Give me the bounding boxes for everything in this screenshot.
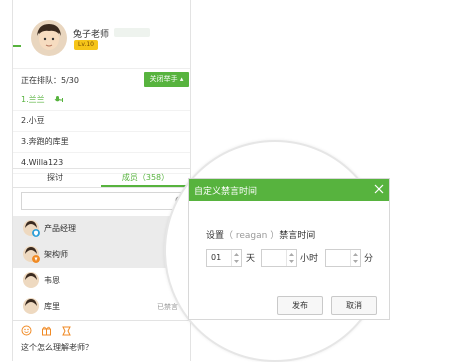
dialog-title: 自定义禁言时间 xyxy=(194,187,258,197)
dialog-description: 设置（ reagan ）禁言时间 xyxy=(206,228,315,241)
day-stepper[interactable]: 01 xyxy=(206,249,242,267)
teacher-avatar[interactable] xyxy=(31,20,67,56)
target-user: （ reagan ） xyxy=(224,231,280,241)
raise-hand-toggle-button[interactable]: 关闭举手 ▴ xyxy=(144,72,189,87)
day-unit: 天 xyxy=(246,254,256,264)
hour-stepper[interactable] xyxy=(261,249,297,267)
member-row[interactable]: 产品经理 xyxy=(13,216,190,242)
publish-button[interactable]: 发布 xyxy=(277,296,323,315)
member-search xyxy=(13,191,190,211)
level-badge: Lv.10 xyxy=(74,40,98,50)
member-name: 库里 xyxy=(44,302,60,311)
member-search-input[interactable] xyxy=(21,192,189,210)
queue-item-label: 2.小豆 xyxy=(21,116,45,125)
message-input[interactable]: 这个怎么理解老师？ xyxy=(13,338,190,361)
muted-status: 已禁言 xyxy=(157,303,178,311)
active-tab-indicator xyxy=(101,185,190,187)
gift-icon[interactable] xyxy=(41,325,52,336)
desc-suffix: 禁言时间 xyxy=(279,231,316,241)
queue-bar: 正在排队：5/30 关闭举手 ▴ xyxy=(13,68,190,91)
shield-icon xyxy=(32,229,40,237)
queue-item[interactable]: 1.兰兰 xyxy=(13,90,190,111)
profile-header: 兔子老师 Lv.10 xyxy=(13,0,190,68)
queue-item-label: 1.兰兰 xyxy=(21,95,45,104)
queue-status: 正在排队：5/30 xyxy=(21,76,79,85)
hour-unit: 小时 xyxy=(300,254,319,264)
avatar xyxy=(23,298,39,314)
member-row[interactable]: 库里 已禁言 xyxy=(13,294,190,320)
stepper-arrows[interactable] xyxy=(286,250,296,266)
user-name: 兔子老师 xyxy=(73,30,110,40)
member-name: 产品经理 xyxy=(44,224,76,233)
queue-item[interactable]: 2.小豆 xyxy=(13,111,190,132)
chat-panel: 兔子老师 Lv.10 正在排队：5/30 关闭举手 ▴ 1.兰兰 2.小豆 3.… xyxy=(12,0,191,361)
queue-item[interactable]: 3.奔跑的库里 xyxy=(13,132,190,153)
member-name: 韦恩 xyxy=(44,276,60,285)
minute-unit: 分 xyxy=(364,254,374,264)
caret-up-icon: ▴ xyxy=(179,75,184,83)
member-name: 架构师 xyxy=(44,250,68,259)
stepper-arrows[interactable] xyxy=(231,250,241,266)
smile-icon[interactable] xyxy=(21,325,32,336)
minute-stepper[interactable] xyxy=(325,249,361,267)
panel-tabs: 探讨 成员（358） xyxy=(13,168,190,188)
chat-toolbar xyxy=(13,320,190,339)
queue-item-label: 3.奔跑的库里 xyxy=(21,137,69,146)
queue-item-label: 4.Willa123 xyxy=(21,158,64,167)
tab-discuss[interactable]: 探讨 xyxy=(13,169,97,187)
avatar xyxy=(23,272,39,288)
dialog-header: 自定义禁言时间 xyxy=(189,179,389,201)
desc-prefix: 设置 xyxy=(206,231,225,241)
flower-icon[interactable] xyxy=(61,325,72,336)
redacted-field xyxy=(114,28,150,37)
badge-icon xyxy=(32,255,40,263)
day-value: 01 xyxy=(211,253,222,262)
raise-hand-label: 关闭举手 xyxy=(149,75,178,83)
mute-duration-dialog: 自定义禁言时间 设置（ reagan ）禁言时间 01 天 小时 分 发布 取消 xyxy=(188,178,390,320)
close-icon[interactable] xyxy=(373,183,385,195)
microphone-icon xyxy=(54,96,63,102)
cancel-button[interactable]: 取消 xyxy=(331,296,377,315)
member-list: 产品经理 架构师 韦恩 库里 已禁言 xyxy=(13,216,190,320)
queue-list: 1.兰兰 2.小豆 3.奔跑的库里 4.Willa123 xyxy=(13,90,190,174)
stepper-arrows[interactable] xyxy=(350,250,360,266)
member-row[interactable]: 韦恩 xyxy=(13,268,190,294)
message-input-text: 这个怎么理解老师？ xyxy=(21,343,93,352)
